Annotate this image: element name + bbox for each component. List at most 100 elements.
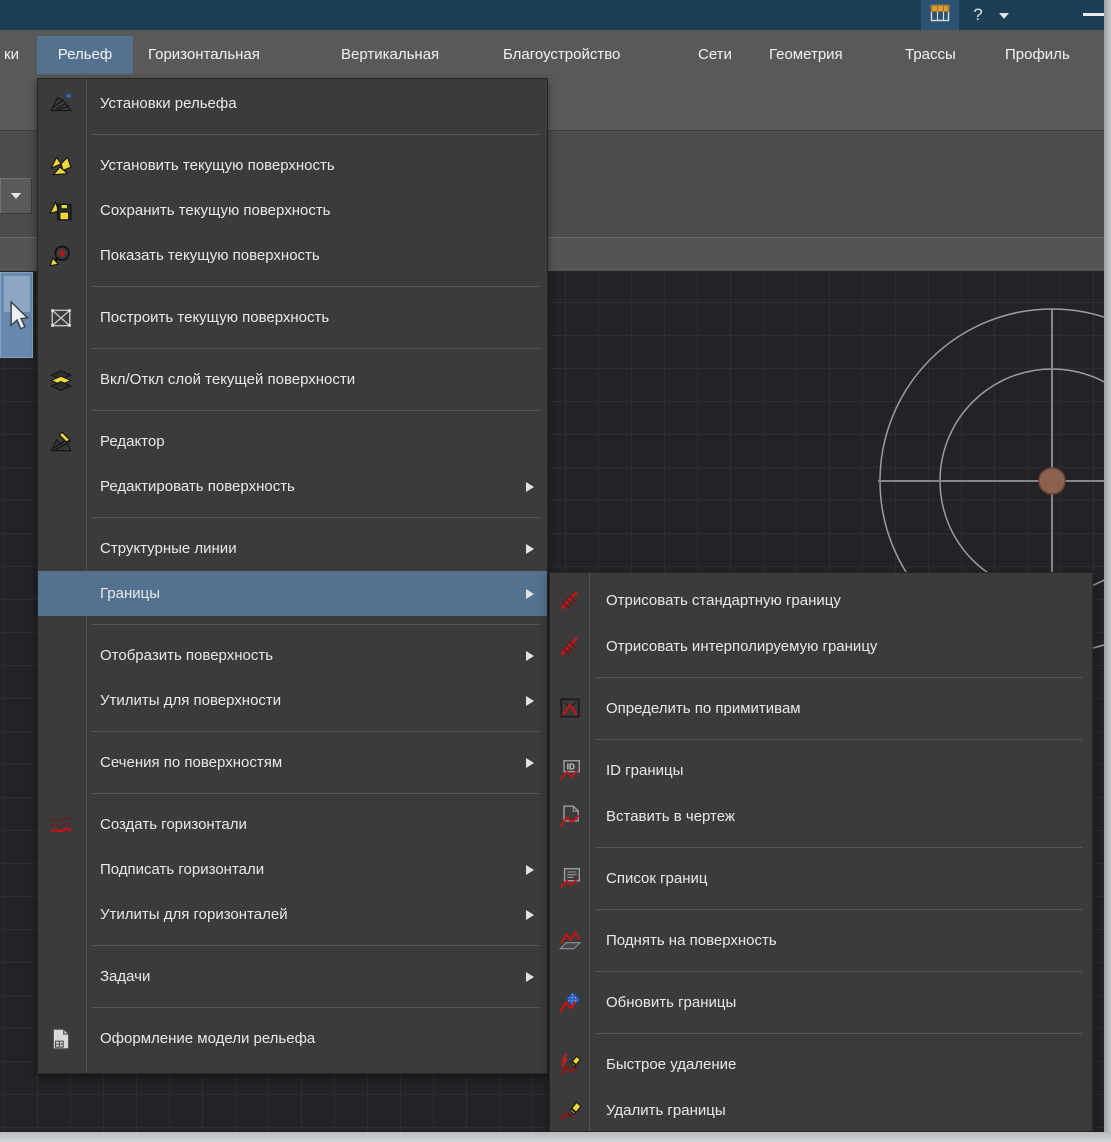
- menu-item[interactable]: Показать текущую поверхность: [38, 233, 547, 278]
- relief-model-doc-icon: [48, 1026, 74, 1052]
- chevron-down-icon: [11, 193, 21, 199]
- menu-item[interactable]: Редактор: [38, 419, 547, 464]
- menu-separator: [550, 669, 1092, 685]
- menu-item[interactable]: Установки рельефа: [38, 81, 547, 126]
- menu-item[interactable]: Вкл/Откл слой текущей поверхности: [38, 357, 547, 402]
- menu-item[interactable]: Оформление модели рельефа: [38, 1016, 547, 1061]
- menubar-item[interactable]: Трассы: [905, 36, 956, 74]
- menu-item-label: Установить текущую поверхность: [100, 157, 335, 174]
- submenu-arrow-icon: [526, 651, 534, 661]
- toggle-layer-icon: [48, 367, 74, 393]
- menu-item[interactable]: Утилиты для горизонталей: [38, 892, 547, 937]
- menu-item[interactable]: Удалить границы: [550, 1087, 1092, 1133]
- menu-item[interactable]: Структурные линии: [38, 526, 547, 571]
- draw-standard-boundary-icon: [557, 587, 583, 613]
- menu-separator: [38, 616, 547, 633]
- menu-separator: [550, 839, 1092, 855]
- menu-item[interactable]: Границы: [38, 571, 547, 616]
- menu-item[interactable]: Утилиты для поверхности: [38, 678, 547, 723]
- menu-separator: [550, 1025, 1092, 1041]
- submenu-arrow-icon: [526, 589, 534, 599]
- menu-item[interactable]: Быстрое удаление: [550, 1041, 1092, 1087]
- menu-item[interactable]: Сечения по поверхностям: [38, 740, 547, 785]
- submenu-arrow-icon: [526, 482, 534, 492]
- menu-item-label: Установки рельефа: [100, 95, 237, 112]
- submenu-arrow-icon: [526, 696, 534, 706]
- menu-item[interactable]: Поднять на поверхность: [550, 917, 1092, 963]
- borders-submenu: Отрисовать стандартную границуОтрисовать…: [549, 572, 1093, 1132]
- window-layout-icon: [929, 2, 951, 29]
- menu-item-label: Задачи: [100, 968, 150, 985]
- menu-item[interactable]: ID ID границы: [550, 747, 1092, 793]
- boundary-id-icon: ID: [557, 757, 583, 783]
- define-by-primitives-icon: [557, 695, 583, 721]
- menu-item-label: Построить текущую поверхность: [100, 309, 329, 326]
- menu-separator: [38, 126, 547, 143]
- menu-item[interactable]: Отобразить поверхность: [38, 633, 547, 678]
- menu-separator: [550, 731, 1092, 747]
- submenu-arrow-icon: [526, 865, 534, 875]
- minimize-button[interactable]: [1083, 13, 1104, 16]
- menu-item[interactable]: Определить по примитивам: [550, 685, 1092, 731]
- menu-separator: [550, 901, 1092, 917]
- boundary-list-icon: [557, 865, 583, 891]
- select-tool-button[interactable]: [0, 272, 33, 358]
- terrain-settings-icon: [48, 91, 74, 117]
- menu-item-label: Поднять на поверхность: [606, 932, 777, 949]
- set-current-surface-icon: [48, 153, 74, 179]
- menu-item-label: Оформление модели рельефа: [100, 1030, 315, 1047]
- help-button[interactable]: ?: [965, 0, 991, 30]
- menu-item-label: Утилиты для поверхности: [100, 692, 281, 709]
- menu-item[interactable]: Список границ: [550, 855, 1092, 901]
- menu-separator: [38, 340, 547, 357]
- center-point: [1039, 468, 1065, 494]
- menu-item[interactable]: Отрисовать интерполируемую границу: [550, 623, 1092, 669]
- window-layout-button[interactable]: [921, 0, 959, 30]
- title-bar: ?: [0, 0, 1111, 30]
- menubar-item[interactable]: ки: [4, 36, 19, 74]
- menu-item-label: Подписать горизонтали: [100, 861, 264, 878]
- menubar-item[interactable]: Профиль: [1005, 36, 1070, 74]
- menu-item-label: Обновить границы: [606, 994, 736, 1011]
- toolbar-dropdown-button[interactable]: [0, 178, 32, 214]
- menu-item-label: Редактор: [100, 433, 165, 450]
- menu-separator: [38, 278, 547, 295]
- menubar-item[interactable]: Горизонтальная: [148, 36, 260, 74]
- chevron-down-icon[interactable]: [999, 13, 1009, 19]
- editor-icon: [48, 429, 74, 455]
- submenu-arrow-icon: [526, 910, 534, 920]
- menu-item[interactable]: Отрисовать стандартную границу: [550, 577, 1092, 623]
- cursor-arrow-icon: [3, 299, 31, 333]
- submenu-arrow-icon: [526, 972, 534, 982]
- menu-item[interactable]: Задачи: [38, 954, 547, 999]
- menu-item[interactable]: Построить текущую поверхность: [38, 295, 547, 340]
- menu-item[interactable]: Подписать горизонтали: [38, 847, 547, 892]
- menu-item-label: Редактировать поверхность: [100, 478, 295, 495]
- app-window: ? ки Рельеф Горизонтальная Вертикальная Благ…: [0, 0, 1111, 1142]
- right-screen-edge: [1104, 0, 1111, 1142]
- menu-item[interactable]: Создать горизонтали: [38, 802, 547, 847]
- menu-item-label: ID границы: [606, 762, 683, 779]
- create-contours-icon: [48, 812, 74, 838]
- menubar-item[interactable]: Сети: [698, 36, 732, 74]
- menu-item[interactable]: Обновить границы: [550, 979, 1092, 1025]
- bottom-screen-edge: [0, 1132, 1111, 1142]
- menu-item[interactable]: Сохранить текущую поверхность: [38, 188, 547, 233]
- menubar-item[interactable]: Вертикальная: [341, 36, 439, 74]
- show-surface-icon: [48, 243, 74, 269]
- insert-into-drawing-icon: [557, 803, 583, 829]
- menu-item-label: Удалить границы: [606, 1102, 726, 1119]
- menubar-item[interactable]: Геометрия: [769, 36, 843, 74]
- menubar-item[interactable]: Рельеф: [37, 36, 133, 74]
- submenu-arrow-icon: [526, 758, 534, 768]
- menu-separator: [38, 999, 547, 1016]
- menubar-item[interactable]: Благоустройство: [503, 36, 620, 74]
- menu-item[interactable]: Редактировать поверхность: [38, 464, 547, 509]
- menu-bar: ки Рельеф Горизонтальная Вертикальная Благоу…: [0, 30, 1111, 80]
- menu-item[interactable]: Вставить в чертеж: [550, 793, 1092, 839]
- update-boundaries-icon: [557, 989, 583, 1015]
- raise-to-surface-icon: [557, 927, 583, 953]
- menu-item[interactable]: Установить текущую поверхность: [38, 143, 547, 188]
- menu-separator: [38, 402, 547, 419]
- menu-separator: [38, 937, 547, 954]
